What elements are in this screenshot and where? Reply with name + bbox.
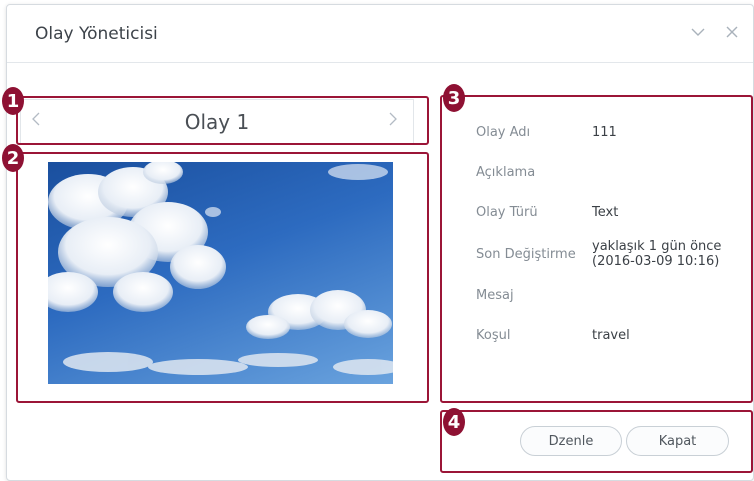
dialog-title: Olay Yöneticisi (35, 24, 158, 44)
chevron-down-icon[interactable] (687, 21, 709, 43)
callout-badge-1: 1 (2, 87, 24, 115)
callout-badge-3: 3 (443, 84, 465, 112)
callout-box-3 (440, 95, 753, 403)
callout-box-1 (16, 96, 429, 145)
title-bar: Olay Yöneticisi (7, 5, 753, 63)
callout-badge-4: 4 (443, 408, 465, 436)
callout-badge-2: 2 (2, 144, 24, 172)
callout-box-2 (16, 152, 429, 403)
callout-box-4 (440, 410, 753, 473)
close-icon[interactable] (721, 21, 743, 43)
